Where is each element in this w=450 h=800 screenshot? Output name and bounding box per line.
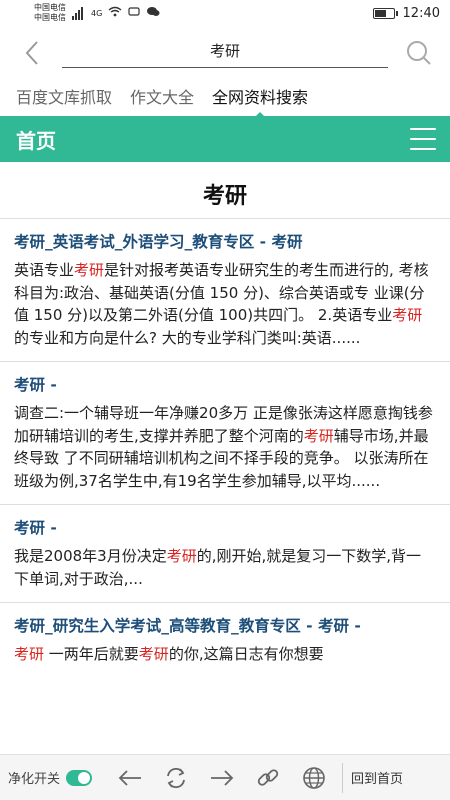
tab-bar: 百度文库抓取 作文大全 全网资料搜索 [0,80,450,117]
search-button[interactable] [404,38,434,68]
carrier-1: 中国电信 [34,3,66,12]
network-type: 4G [91,8,103,18]
result-snippet: 调查二:一个辅导班一年净赚20多万 正是像张涛这样愿意掏钱参加研辅培训的考生,支… [14,404,433,490]
search-input[interactable]: 考研 [62,38,388,68]
carrier-info: 中国电信 中国电信 [34,3,66,23]
arrow-right-icon[interactable] [206,762,238,794]
back-home-button[interactable]: 回到首页 [343,768,403,787]
search-header: 考研 [0,26,450,80]
back-button[interactable] [18,38,46,68]
bottom-toolbar: 净化开关 回到首页 [0,754,450,800]
list-item: 考研_英语考试_外语学习_教育专区 - 考研 英语专业考研是针对报考英语专业研究… [0,218,450,361]
list-item: 考研_研究生入学考试_高等教育_教育专区 - 考研 - 考研 一两年后就要考研的… [0,602,450,678]
result-content[interactable]: 考研 考研_英语考试_外语学习_教育专区 - 考研 英语专业考研是针对报考英语专… [0,162,450,754]
status-bar: 中国电信 中国电信 4G 12:40 [0,0,450,26]
tab-essays[interactable]: 作文大全 [130,80,194,116]
clock: 12:40 [402,5,440,21]
result-title-link[interactable]: 考研_英语考试_外语学习_教育专区 - 考研 [14,219,436,255]
menu-icon[interactable] [410,128,436,150]
wifi-icon [108,6,122,20]
result-snippet: 我是2008年3月份决定考研的,刚开始,就是复习一下数学,背一下单词,对于政治,… [14,547,422,588]
page-header-bar: 首页 [0,116,450,162]
page-heading: 考研 [202,184,247,209]
tab-baidu-wenku[interactable]: 百度文库抓取 [16,80,112,116]
battery-icon [372,7,398,19]
signal-icon [72,6,83,20]
purify-toggle[interactable] [66,769,93,786]
purify-label: 净化开关 [8,772,61,787]
back-arrow-icon [25,41,38,65]
chat-icon [146,6,160,20]
list-item: 考研 - 调查二:一个辅导班一年净赚20多万 正是像张涛这样愿意掏钱参加研辅培训… [0,361,450,504]
globe-icon[interactable] [298,762,330,794]
result-snippet: 英语专业考研是针对报考英语专业研究生的考生而进行的, 考核科目为:政治、基础英语… [14,261,429,347]
list-item: 考研 - 我是2008年3月份决定考研的,刚开始,就是复习一下数学,背一下单词,… [0,504,450,602]
link-icon[interactable] [252,762,284,794]
result-title-link[interactable]: 考研_研究生入学考试_高等教育_教育专区 - 考研 - [14,603,436,639]
result-title-link[interactable]: 考研 - [14,362,436,398]
result-snippet: 考研 一两年后就要考研的你,这篇日志有你想要 [14,645,324,663]
carrier-2: 中国电信 [34,13,66,22]
arrow-left-icon[interactable] [114,762,146,794]
purify-switch-group: 净化开关 [0,768,93,787]
result-title-link[interactable]: 考研 - [14,505,436,541]
page-title[interactable]: 首页 [16,125,56,154]
search-icon [407,41,431,65]
notification-icon [128,6,140,20]
tab-web-search[interactable]: 全网资料搜索 [212,80,308,117]
refresh-icon[interactable] [160,762,192,794]
